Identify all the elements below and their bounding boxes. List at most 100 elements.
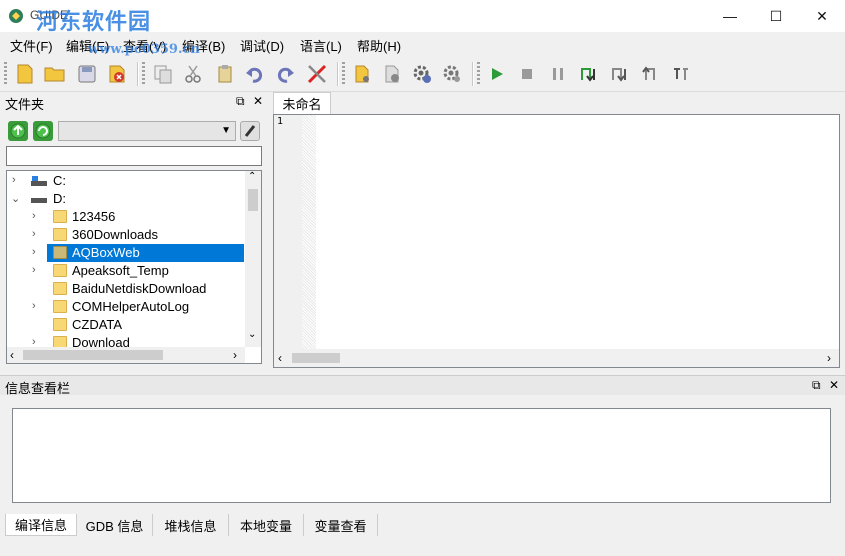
- compile-icon[interactable]: [349, 61, 375, 87]
- paste-icon[interactable]: [212, 61, 238, 87]
- undo-icon[interactable]: [242, 61, 268, 87]
- chevron-right-icon[interactable]: ›: [32, 300, 44, 312]
- toolbar-separator: [472, 62, 474, 86]
- tab-gdb-info[interactable]: GDB 信息: [77, 514, 153, 536]
- save-icon[interactable]: [74, 61, 100, 87]
- run-to-cursor-icon[interactable]: [668, 61, 694, 87]
- tree-item-folder[interactable]: › Apeaksoft_Temp: [7, 262, 245, 280]
- info-tabs: 编译信息 GDB 信息 堆栈信息 本地变量 变量查看: [0, 514, 845, 536]
- scrollbar-thumb[interactable]: [248, 189, 258, 211]
- go-up-button[interactable]: [8, 121, 28, 141]
- menu-language[interactable]: 语言(L): [300, 36, 342, 55]
- drive-icon: [31, 176, 47, 186]
- tab-label: GDB 信息: [85, 518, 144, 534]
- tree-item-label: BaiduNetdiskDownload: [72, 281, 207, 296]
- tab-compile-info[interactable]: 编译信息: [5, 514, 77, 536]
- tab-local-variables[interactable]: 本地变量: [229, 514, 304, 536]
- tab-label: 堆栈信息: [164, 518, 217, 534]
- code-editor[interactable]: 1 ‹ ›: [273, 114, 840, 368]
- menu-debug[interactable]: 调试(D): [240, 36, 284, 55]
- folder-icon: [53, 264, 67, 277]
- tree-item-label: D:: [53, 191, 66, 206]
- tree-vertical-scrollbar[interactable]: ⌃ ⌄: [245, 171, 261, 347]
- tab-label: 本地变量: [239, 518, 292, 534]
- file-panel-title-bar: 文件夹 ⧉ ✕: [0, 92, 270, 112]
- tree-item-folder-selected[interactable]: › AQBoxWeb: [7, 244, 245, 262]
- tree-item-folder[interactable]: › 360Downloads: [7, 226, 245, 244]
- toolbar-grip[interactable]: [4, 62, 7, 86]
- toolbar-separator: [337, 62, 339, 86]
- chevron-left-icon[interactable]: ‹: [278, 351, 282, 365]
- tab-watch-variables[interactable]: 变量查看: [304, 514, 378, 536]
- chevron-right-icon[interactable]: ›: [32, 246, 44, 258]
- chevron-right-icon[interactable]: ›: [233, 348, 237, 362]
- menu-help[interactable]: 帮助(H): [357, 36, 401, 55]
- new-file-icon[interactable]: [12, 61, 38, 87]
- tree-item-label: Apeaksoft_Temp: [72, 263, 169, 278]
- folder-combo[interactable]: ▼: [58, 121, 236, 141]
- build-icon[interactable]: [379, 61, 405, 87]
- chevron-up-icon[interactable]: ⌃: [248, 171, 256, 182]
- copy-icon[interactable]: [150, 61, 176, 87]
- float-panel-icon[interactable]: ⧉: [812, 378, 821, 393]
- step-into-icon[interactable]: [575, 61, 601, 87]
- chevron-right-icon[interactable]: ›: [32, 264, 44, 276]
- close-panel-icon[interactable]: ✕: [829, 378, 839, 392]
- tree-item-drive-d[interactable]: ⌄ D:: [7, 190, 245, 208]
- float-panel-icon[interactable]: ⧉: [236, 94, 245, 109]
- menu-file[interactable]: 文件(F): [10, 36, 53, 55]
- path-input[interactable]: [6, 146, 262, 166]
- scrollbar-thumb[interactable]: [23, 350, 163, 360]
- info-output-area[interactable]: [12, 408, 831, 503]
- chevron-right-icon[interactable]: ›: [827, 351, 831, 365]
- tab-stack-info[interactable]: 堆栈信息: [153, 514, 229, 536]
- settings2-icon[interactable]: [439, 61, 465, 87]
- info-panel-title-bar: 信息查看栏 ⧉ ✕: [0, 375, 845, 396]
- chevron-right-icon[interactable]: ›: [32, 228, 44, 240]
- stop-icon[interactable]: [514, 61, 540, 87]
- cut-icon[interactable]: [180, 61, 206, 87]
- chevron-right-icon[interactable]: ›: [12, 174, 24, 186]
- app-icon: [9, 9, 23, 23]
- tree-horizontal-scrollbar[interactable]: ‹ ›: [7, 347, 245, 363]
- browse-button[interactable]: [240, 121, 260, 141]
- tab-untitled[interactable]: 未命名: [273, 92, 331, 114]
- info-panel-title: 信息查看栏: [5, 381, 71, 396]
- refresh-button[interactable]: [33, 121, 53, 141]
- toolbar-separator: [137, 62, 139, 86]
- fold-margin: [302, 115, 316, 349]
- tools-icon[interactable]: [304, 61, 330, 87]
- tree-item-folder[interactable]: CZDATA: [7, 316, 245, 334]
- toolbar-grip[interactable]: [477, 62, 480, 86]
- run-icon[interactable]: [484, 61, 510, 87]
- tree-item-label: AQBoxWeb: [72, 245, 140, 260]
- scrollbar-thumb[interactable]: [292, 353, 340, 363]
- maximize-button[interactable]: ☐: [753, 0, 799, 32]
- close-file-icon[interactable]: [104, 61, 130, 87]
- chevron-down-icon[interactable]: ⌄: [248, 329, 256, 340]
- tree-item-folder[interactable]: › COMHelperAutoLog: [7, 298, 245, 316]
- open-folder-icon[interactable]: [42, 61, 68, 87]
- chevron-left-icon[interactable]: ‹: [10, 348, 14, 362]
- folder-icon: [53, 246, 67, 259]
- chevron-down-icon[interactable]: ⌄: [11, 192, 23, 205]
- chevron-right-icon[interactable]: ›: [32, 210, 44, 222]
- tree-item-label: 360Downloads: [72, 227, 159, 242]
- folder-tree: › C: ⌄ D: › 123456 › 360Downloads › AQBo…: [6, 170, 262, 364]
- tree-item-drive-c[interactable]: › C:: [7, 172, 245, 190]
- step-out-icon[interactable]: [637, 61, 663, 87]
- tree-item-folder[interactable]: BaiduNetdiskDownload: [7, 280, 245, 298]
- close-button[interactable]: ✕: [799, 0, 845, 32]
- folder-icon: [53, 300, 67, 313]
- tree-item-folder[interactable]: › 123456: [7, 208, 245, 226]
- settings-icon[interactable]: [409, 61, 435, 87]
- toolbar-grip[interactable]: [142, 62, 145, 86]
- step-over-icon[interactable]: [606, 61, 632, 87]
- pause-icon[interactable]: [545, 61, 571, 87]
- redo-icon[interactable]: [272, 61, 298, 87]
- editor-horizontal-scrollbar[interactable]: ‹ ›: [274, 349, 839, 367]
- close-panel-icon[interactable]: ✕: [253, 94, 263, 108]
- minimize-button[interactable]: —: [707, 0, 753, 32]
- folder-icon: [53, 228, 67, 241]
- toolbar-grip[interactable]: [342, 62, 345, 86]
